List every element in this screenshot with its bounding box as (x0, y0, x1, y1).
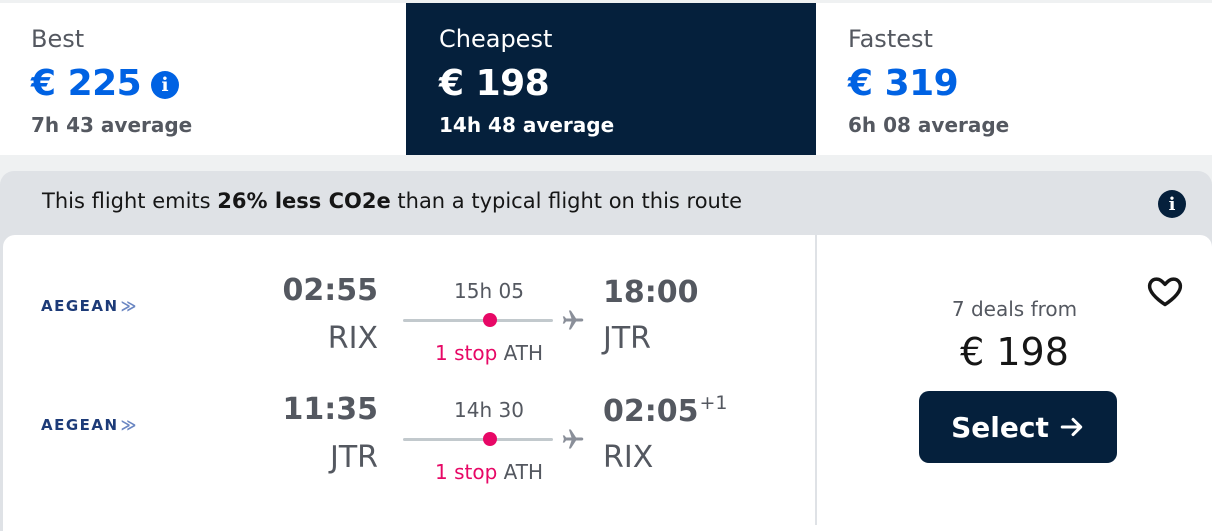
tab-fastest[interactable]: Fastest € 319 6h 08 average (816, 3, 1212, 155)
airline-mark-icon: ≫ (120, 297, 138, 315)
info-icon[interactable]: i (151, 71, 179, 99)
stop-count: 1 stop (434, 341, 498, 365)
deals-count: 7 deals from (951, 297, 1078, 321)
select-button[interactable]: Select (919, 391, 1117, 463)
arrival-airport: RIX (603, 440, 654, 475)
airline-name: AEGEAN (41, 297, 119, 315)
arrival-time: 02:05+1 (603, 392, 728, 429)
eco-text-suffix: than a typical flight on this route (390, 189, 743, 213)
result-card[interactable]: AEGEAN ≫ 02:55 RIX 15h 05 1 stop ATH 18:0… (3, 235, 1212, 531)
stop-airport: ATH (503, 341, 544, 365)
tab-best-label: Best (31, 25, 85, 53)
plane-icon (562, 429, 584, 449)
card-divider (815, 235, 817, 525)
tab-best-average: 7h 43 average (31, 113, 193, 137)
departure-time: 11:35 (282, 392, 379, 427)
tab-best-price: € 225 (31, 63, 142, 104)
route-line (403, 319, 553, 322)
tab-fastest-price: € 319 (848, 63, 959, 104)
stop-count: 1 stop (434, 460, 498, 484)
departure-airport: RIX (327, 321, 378, 356)
airline-logo: AEGEAN ≫ (41, 416, 138, 434)
tab-fastest-label: Fastest (848, 25, 933, 53)
airline-name: AEGEAN (41, 416, 119, 434)
eco-highlight: 26% less CO2e (217, 189, 391, 213)
tab-fastest-average: 6h 08 average (848, 113, 1010, 137)
arrival-time: 18:00 (603, 273, 700, 310)
arrow-right-icon (1060, 417, 1083, 437)
route-line (403, 438, 553, 441)
stop-dot (483, 313, 497, 327)
flight-leg-outbound: AEGEAN ≫ 02:55 RIX 15h 05 1 stop ATH 18:0… (3, 257, 815, 377)
arrival-time-value: 18:00 (603, 275, 699, 310)
tab-best[interactable]: Best € 225 i 7h 43 average (0, 3, 406, 155)
stop-dot (483, 432, 497, 446)
airline-logo: AEGEAN ≫ (41, 297, 138, 315)
stop-info: 1 stop ATH (403, 460, 575, 484)
flight-leg-return: AEGEAN ≫ 11:35 JTR 14h 30 1 stop ATH 02:0… (3, 376, 815, 496)
eco-banner: This flight emits 26% less CO2e than a t… (42, 189, 742, 213)
plane-icon (562, 310, 584, 330)
tab-cheapest[interactable]: Cheapest € 198 14h 48 average (406, 3, 816, 155)
select-button-label: Select (951, 410, 1049, 444)
stop-airport: ATH (503, 460, 544, 484)
arrival-day-offset: +1 (699, 392, 728, 414)
arrival-time-value: 02:05 (603, 394, 699, 429)
result-price: € 198 (960, 330, 1069, 374)
tab-cheapest-label: Cheapest (439, 25, 553, 53)
eco-text-prefix: This flight emits (42, 189, 218, 213)
stop-info: 1 stop ATH (403, 341, 575, 365)
tab-cheapest-average: 14h 48 average (439, 113, 615, 137)
arrival-airport: JTR (603, 321, 652, 356)
eco-info-icon[interactable]: i (1158, 190, 1186, 218)
tab-cheapest-price: € 198 (439, 63, 550, 104)
departure-time: 02:55 (282, 273, 379, 308)
flight-duration: 14h 30 (454, 398, 524, 422)
flight-duration: 15h 05 (454, 279, 524, 303)
departure-airport: JTR (329, 440, 378, 475)
sort-tabs: Best € 225 i 7h 43 average Cheapest € 19… (0, 3, 1212, 155)
result-card-wrapper: This flight emits 26% less CO2e than a t… (0, 171, 1212, 531)
airline-mark-icon: ≫ (120, 416, 138, 434)
